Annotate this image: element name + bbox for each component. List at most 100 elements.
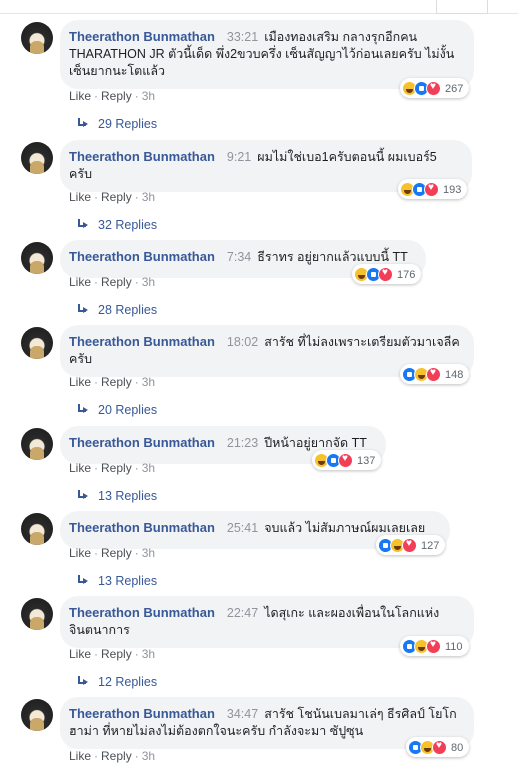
separator: · [134, 275, 139, 289]
like-link[interactable]: Like [69, 647, 91, 661]
reaction-summary[interactable]: 176 [352, 264, 422, 284]
replies-count[interactable]: 28 Replies [98, 303, 157, 317]
comment-author[interactable]: Theerathon Bunmathan [69, 149, 215, 164]
replies-count[interactable]: 32 Replies [98, 218, 157, 232]
view-replies-link[interactable]: 20 Replies [76, 403, 157, 417]
replies-count[interactable]: 20 Replies [98, 403, 157, 417]
avatar[interactable] [21, 513, 53, 545]
comment-age[interactable]: 3h [142, 546, 155, 560]
comment-timestamp[interactable]: 21:23 [227, 436, 258, 450]
comment-age[interactable]: 3h [142, 647, 155, 661]
comment-age[interactable]: 3h [142, 89, 155, 103]
comment-author[interactable]: Theerathon Bunmathan [69, 249, 215, 264]
avatar[interactable] [21, 327, 53, 359]
reaction-summary[interactable]: 127 [376, 535, 446, 555]
avatar[interactable] [21, 598, 53, 630]
separator: · [134, 749, 139, 763]
separator: · [94, 275, 99, 289]
reply-arrow-icon [76, 575, 92, 587]
comment-author[interactable]: Theerathon Bunmathan [69, 520, 215, 535]
replies-count[interactable]: 13 Replies [98, 574, 157, 588]
reply-link[interactable]: Reply [101, 546, 132, 560]
reaction-count: 110 [445, 640, 463, 653]
reaction-summary[interactable]: 148 [400, 364, 470, 384]
comment-age[interactable]: 3h [142, 375, 155, 389]
reaction-summary[interactable]: 137 [312, 450, 382, 470]
reply-arrow-icon [76, 676, 92, 688]
comment-age[interactable]: 3h [142, 275, 155, 289]
reaction-summary[interactable]: 110 [400, 636, 469, 656]
top-edge [0, 0, 518, 14]
separator: · [134, 375, 139, 389]
love-reaction-icon [402, 538, 417, 553]
reply-link[interactable]: Reply [101, 647, 132, 661]
like-link[interactable]: Like [69, 190, 91, 204]
reaction-summary[interactable]: 267 [400, 78, 470, 98]
comment-age[interactable]: 3h [142, 749, 155, 763]
separator: · [94, 461, 99, 475]
reaction-count: 137 [357, 454, 376, 467]
replies-count[interactable]: 13 Replies [98, 489, 157, 503]
avatar[interactable] [21, 242, 53, 274]
reaction-count: 267 [445, 82, 464, 95]
comment-age[interactable]: 3h [142, 190, 155, 204]
replies-count[interactable]: 29 Replies [98, 117, 157, 131]
view-replies-link[interactable]: 13 Replies [76, 489, 157, 503]
separator: · [94, 647, 99, 661]
comment-timestamp[interactable]: 34:47 [227, 707, 258, 721]
reply-link[interactable]: Reply [101, 461, 132, 475]
reply-link[interactable]: Reply [101, 275, 132, 289]
reaction-count: 193 [443, 183, 462, 196]
view-replies-link[interactable]: 29 Replies [76, 117, 157, 131]
like-link[interactable]: Like [69, 89, 91, 103]
comment-author[interactable]: Theerathon Bunmathan [69, 605, 215, 620]
comment-timestamp[interactable]: 25:41 [227, 521, 258, 535]
comment-author[interactable]: Theerathon Bunmathan [69, 435, 215, 450]
comment-timestamp[interactable]: 9:21 [227, 150, 251, 164]
comment-actions: Like · Reply · 3h [69, 89, 155, 103]
reply-link[interactable]: Reply [101, 89, 132, 103]
comment-timestamp[interactable]: 7:34 [227, 250, 251, 264]
comment-author[interactable]: Theerathon Bunmathan [69, 706, 215, 721]
reply-arrow-icon [76, 404, 92, 416]
like-link[interactable]: Like [69, 275, 91, 289]
comment-timestamp[interactable]: 33:21 [227, 30, 258, 44]
love-reaction-icon [424, 182, 439, 197]
comment-timestamp[interactable]: 22:47 [227, 606, 258, 620]
reaction-count: 80 [451, 741, 464, 754]
reply-link[interactable]: Reply [101, 190, 132, 204]
avatar[interactable] [21, 699, 53, 731]
comment-author[interactable]: Theerathon Bunmathan [69, 334, 215, 349]
love-reaction-icon [426, 81, 441, 96]
view-replies-link[interactable]: 32 Replies [76, 218, 157, 232]
view-replies-link[interactable]: 13 Replies [76, 574, 157, 588]
avatar[interactable] [21, 22, 53, 54]
comment-actions: Like · Reply · 3h [69, 749, 155, 763]
reaction-count: 176 [397, 268, 416, 281]
separator: · [94, 190, 99, 204]
separator: · [134, 647, 139, 661]
comment-author[interactable]: Theerathon Bunmathan [69, 29, 215, 44]
reaction-summary[interactable]: 80 [406, 737, 470, 757]
separator: · [134, 190, 139, 204]
like-link[interactable]: Like [69, 375, 91, 389]
like-link[interactable]: Like [69, 546, 91, 560]
reaction-summary[interactable]: 193 [398, 179, 468, 199]
comment-actions: Like · Reply · 3h [69, 546, 155, 560]
avatar[interactable] [21, 428, 53, 460]
comment-timestamp[interactable]: 18:02 [227, 335, 258, 349]
reply-arrow-icon [76, 118, 92, 130]
comment-age[interactable]: 3h [142, 461, 155, 475]
like-link[interactable]: Like [69, 749, 91, 763]
view-replies-link[interactable]: 12 Replies [76, 675, 157, 689]
view-replies-link[interactable]: 28 Replies [76, 303, 157, 317]
comment-actions: Like · Reply · 3h [69, 647, 155, 661]
avatar[interactable] [21, 142, 53, 174]
reply-link[interactable]: Reply [101, 375, 132, 389]
separator: · [94, 749, 99, 763]
like-link[interactable]: Like [69, 461, 91, 475]
reaction-count: 148 [445, 368, 464, 381]
replies-count[interactable]: 12 Replies [98, 675, 157, 689]
reply-arrow-icon [76, 219, 92, 231]
reply-link[interactable]: Reply [101, 749, 132, 763]
